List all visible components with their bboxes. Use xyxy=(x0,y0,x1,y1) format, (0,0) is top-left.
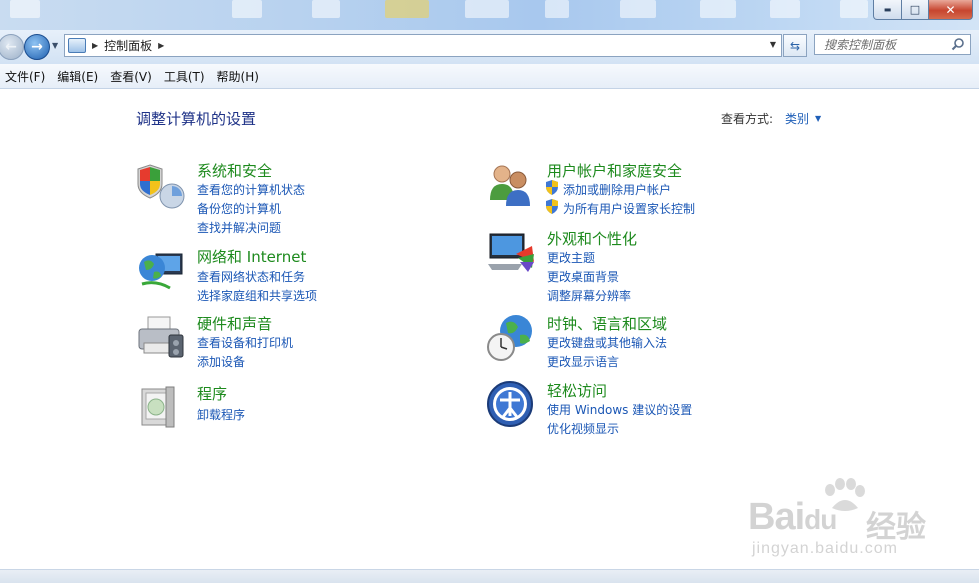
background-decoration xyxy=(465,0,509,18)
printer-icon[interactable] xyxy=(136,313,186,363)
control-panel-icon xyxy=(68,38,86,53)
uac-shield-icon xyxy=(546,180,558,195)
task-link[interactable]: 查找并解决问题 xyxy=(197,219,281,236)
task-link[interactable]: 调整屏幕分辨率 xyxy=(547,287,631,304)
title-bar: ▬ □ ✕ xyxy=(0,0,979,30)
category-title[interactable]: 网络和 Internet xyxy=(197,246,306,267)
background-decoration xyxy=(545,0,569,18)
back-arrow-icon: ← xyxy=(5,39,17,55)
category-title[interactable]: 用户帐户和家庭安全 xyxy=(547,160,682,181)
task-link[interactable]: 使用 Windows 建议的设置 xyxy=(547,401,692,418)
task-link[interactable]: 为所有用户设置家长控制 xyxy=(563,200,695,217)
background-decoration xyxy=(770,0,800,18)
task-link[interactable]: 备份您的计算机 xyxy=(197,200,281,217)
watermark-brand: Baidu xyxy=(748,496,837,538)
search-input[interactable] xyxy=(822,36,954,53)
refresh-icon: ⇆ xyxy=(789,38,801,53)
category-title[interactable]: 轻松访问 xyxy=(547,380,607,401)
category-title[interactable]: 程序 xyxy=(197,383,227,404)
background-decoration xyxy=(700,0,736,18)
task-link[interactable]: 添加设备 xyxy=(197,353,245,370)
task-link[interactable]: 选择家庭组和共享选项 xyxy=(197,287,317,304)
category-title[interactable]: 时钟、语言和区域 xyxy=(547,313,667,334)
programs-box-icon[interactable] xyxy=(136,383,186,433)
clock-globe-icon[interactable] xyxy=(486,313,536,363)
navigation-bar: ← → ▼ ▶ 控制面板 ▶ ▼ ⇆ xyxy=(0,30,979,64)
refresh-button[interactable]: ⇆ xyxy=(783,34,807,57)
category-title[interactable]: 硬件和声音 xyxy=(197,313,272,334)
recent-pages-dropdown[interactable]: ▼ xyxy=(52,41,58,50)
category-title[interactable]: 外观和个性化 xyxy=(547,228,637,249)
forward-button[interactable]: → xyxy=(24,34,50,60)
menu-help[interactable]: 帮助(H) xyxy=(217,68,259,85)
baidu-watermark: Baidu 经验 jingyan.baidu.com xyxy=(748,478,932,568)
back-button[interactable]: ← xyxy=(0,34,24,60)
address-dropdown-icon[interactable]: ▼ xyxy=(770,40,776,49)
menu-bar: 文件(F) 编辑(E) 查看(V) 工具(T) 帮助(H) xyxy=(0,64,979,89)
network-globe-icon[interactable] xyxy=(136,246,186,296)
search-icon[interactable] xyxy=(951,37,965,51)
users-icon[interactable] xyxy=(486,160,536,210)
view-by-dropdown[interactable]: 类别 xyxy=(785,110,809,127)
breadcrumb-chevron-icon[interactable]: ▶ xyxy=(92,41,98,50)
menu-edit[interactable]: 编辑(E) xyxy=(57,68,98,85)
appearance-monitor-icon[interactable] xyxy=(486,228,536,278)
task-link[interactable]: 查看您的计算机状态 xyxy=(197,181,305,198)
task-link[interactable]: 查看网络状态和任务 xyxy=(197,268,305,285)
close-icon: ✕ xyxy=(945,2,956,17)
task-link[interactable]: 查看设备和打印机 xyxy=(197,334,293,351)
menu-view[interactable]: 查看(V) xyxy=(110,68,152,85)
close-button[interactable]: ✕ xyxy=(929,0,973,20)
task-link[interactable]: 更改显示语言 xyxy=(547,353,619,370)
window-controls: ▬ □ ✕ xyxy=(873,0,973,20)
task-link[interactable]: 卸载程序 xyxy=(197,406,245,423)
menu-tools[interactable]: 工具(T) xyxy=(164,68,205,85)
forward-arrow-icon: → xyxy=(31,39,43,55)
background-decoration xyxy=(232,0,262,18)
status-bar xyxy=(0,569,979,583)
maximize-icon: □ xyxy=(909,3,921,16)
task-link[interactable]: 更改键盘或其他输入法 xyxy=(547,334,667,351)
task-link[interactable]: 添加或删除用户帐户 xyxy=(563,181,671,198)
menu-file[interactable]: 文件(F) xyxy=(5,68,45,85)
task-link[interactable]: 更改主题 xyxy=(547,249,595,266)
uac-shield-icon xyxy=(546,199,558,214)
shield-security-icon[interactable] xyxy=(136,160,186,210)
background-decoration xyxy=(10,0,40,18)
page-title: 调整计算机的设置 xyxy=(136,110,257,128)
main-content: 调整计算机的设置 查看方式: 类别 ▼ 系统和安全 查看您的计算机状态 备份您的… xyxy=(0,89,979,569)
background-decoration xyxy=(840,0,868,18)
category-title[interactable]: 系统和安全 xyxy=(197,160,272,181)
maximize-button[interactable]: □ xyxy=(902,0,929,20)
minimize-button[interactable]: ▬ xyxy=(873,0,902,20)
background-decoration xyxy=(312,0,340,18)
ease-of-access-icon[interactable] xyxy=(486,380,536,430)
background-decoration xyxy=(385,0,429,18)
search-box[interactable] xyxy=(814,34,971,55)
view-by-label: 查看方式: xyxy=(721,112,774,126)
task-link[interactable]: 优化视频显示 xyxy=(547,420,619,437)
minimize-icon: ▬ xyxy=(883,5,892,14)
breadcrumb-chevron-icon[interactable]: ▶ xyxy=(158,41,164,50)
background-decoration xyxy=(620,0,656,18)
watermark-url: jingyan.baidu.com xyxy=(752,540,898,557)
view-by-chevron-icon[interactable]: ▼ xyxy=(815,114,821,123)
address-bar[interactable]: ▶ 控制面板 ▶ ▼ xyxy=(64,34,782,57)
task-link[interactable]: 更改桌面背景 xyxy=(547,268,619,285)
breadcrumb-control-panel[interactable]: 控制面板 xyxy=(104,37,152,54)
